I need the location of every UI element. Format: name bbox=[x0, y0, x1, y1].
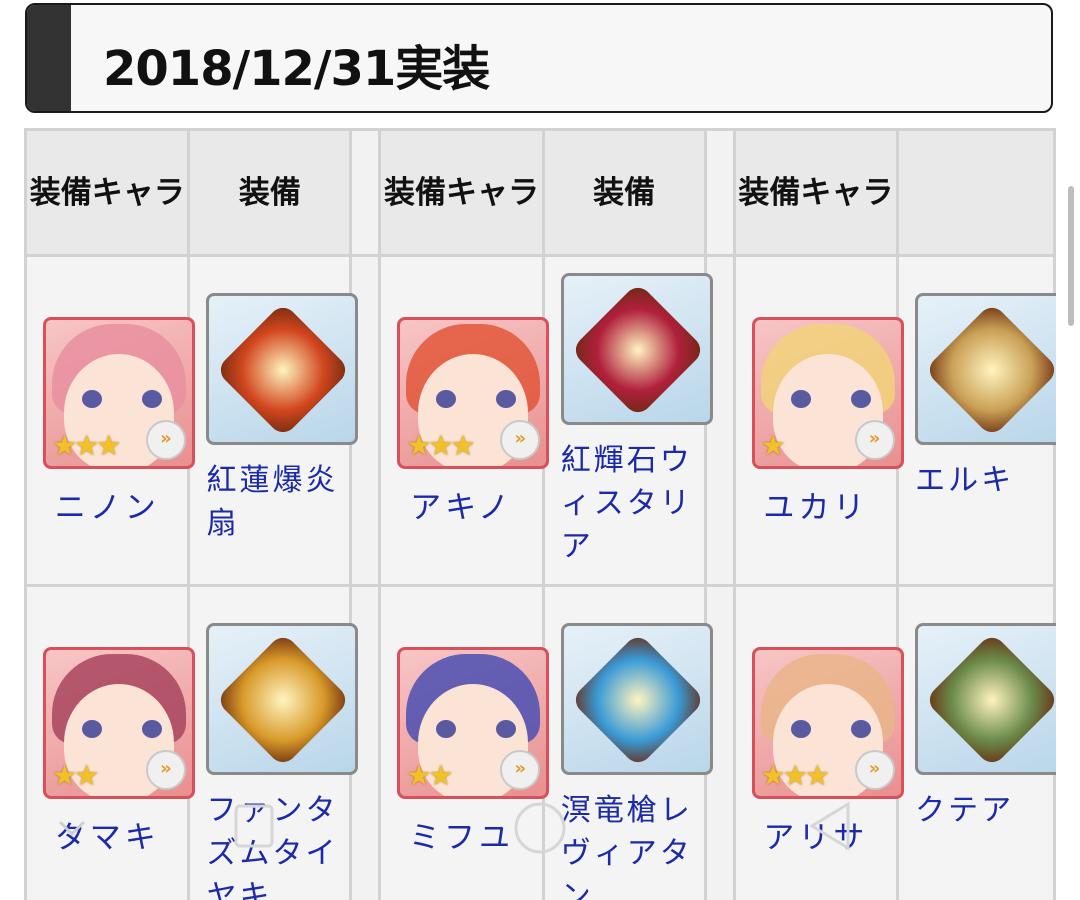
character-cell[interactable]: ★ » ユカリ bbox=[732, 254, 904, 587]
rarity-stars: ★★★ bbox=[406, 429, 475, 462]
equipment-name-link[interactable]: エルキ bbox=[915, 459, 1056, 502]
character-name-link[interactable]: アキノ bbox=[381, 482, 541, 527]
eyes-shape bbox=[82, 390, 162, 408]
equipment-name-link[interactable]: 紅蓮爆炎扇 bbox=[206, 459, 366, 545]
equipment-table-scroll[interactable]: 装備キャラ 装備 装備キャラ 装備 装備キャラ ★★★ » ニノン 紅蓮爆炎扇 … bbox=[24, 128, 1056, 900]
equipment-name-link[interactable]: 溟竜槍レヴィアタン bbox=[561, 789, 721, 900]
equipment-icon[interactable] bbox=[560, 273, 713, 425]
rarity-stars: ★ bbox=[760, 429, 786, 462]
nav-square-icon[interactable] bbox=[232, 802, 276, 852]
equipment-art-shape bbox=[569, 632, 706, 768]
section-title: 2018/12/31実装 bbox=[103, 41, 490, 97]
rank-chevron-icon: » bbox=[854, 420, 895, 460]
equipment-art-shape bbox=[215, 632, 352, 768]
scrollbar-thumb[interactable] bbox=[1068, 186, 1074, 326]
header-equip-character: 装備キャラ bbox=[378, 128, 545, 257]
eyes-shape bbox=[436, 720, 517, 738]
character-portrait-icon[interactable]: ★★★ » bbox=[751, 647, 904, 799]
equipment-cell[interactable]: エルキ bbox=[896, 254, 1056, 587]
equipment-art-shape bbox=[569, 282, 706, 418]
equipment-name-link[interactable]: クテア bbox=[915, 789, 1056, 832]
equipment-icon[interactable] bbox=[915, 623, 1056, 775]
equipment-name-link[interactable]: 紅輝石ウィスタリア bbox=[561, 439, 721, 568]
header-equipment: 装備 bbox=[541, 128, 707, 257]
equipment-art-shape bbox=[924, 302, 1056, 438]
header-equipment-cut bbox=[896, 128, 1056, 257]
header-equip-character: 装備キャラ bbox=[732, 128, 900, 257]
character-portrait-icon[interactable]: ★★ » bbox=[397, 647, 550, 799]
eyes-shape bbox=[790, 720, 871, 738]
rank-chevron-icon: » bbox=[500, 420, 541, 460]
rarity-stars: ★★★ bbox=[52, 429, 121, 462]
equipment-table: 装備キャラ 装備 装備キャラ 装備 装備キャラ ★★★ » ニノン 紅蓮爆炎扇 … bbox=[24, 128, 1056, 900]
eyes-shape bbox=[790, 390, 871, 408]
character-cell[interactable]: ★★★ » アキノ bbox=[378, 254, 550, 587]
header-equip-character: 装備キャラ bbox=[24, 128, 191, 257]
nav-back-triangle-icon[interactable] bbox=[804, 798, 856, 854]
table-row: ★★★ » ニノン 紅蓮爆炎扇 ★★★ » アキノ 紅輝石ウィスタリア ★ » bbox=[24, 254, 1056, 587]
eyes-shape bbox=[82, 720, 162, 738]
equipment-icon[interactable] bbox=[915, 293, 1056, 445]
equipment-cell[interactable]: 紅輝石ウィスタリア bbox=[541, 254, 713, 587]
character-name-link[interactable]: ユカリ bbox=[736, 482, 896, 527]
equipment-cell[interactable]: 紅蓮爆炎扇 bbox=[187, 254, 359, 587]
nav-home-circle-icon[interactable] bbox=[512, 800, 568, 856]
equipment-icon[interactable] bbox=[560, 623, 713, 775]
table-header-row: 装備キャラ 装備 装備キャラ 装備 装備キャラ bbox=[24, 128, 1056, 257]
character-name-link[interactable]: ニノン bbox=[27, 482, 187, 527]
column-separator bbox=[703, 128, 736, 257]
equipment-name-link[interactable]: ファンタズムタイヤキ bbox=[206, 789, 366, 900]
equipment-art-shape bbox=[215, 302, 352, 438]
equipment-icon[interactable] bbox=[206, 623, 359, 775]
character-cell[interactable]: ★★ » タマキ bbox=[24, 584, 195, 900]
rank-chevron-icon: » bbox=[500, 750, 541, 790]
equipment-art-shape bbox=[924, 632, 1056, 768]
equipment-cell[interactable]: ファンタズムタイヤキ bbox=[187, 584, 359, 900]
character-cell[interactable]: ★★★ » ニノン bbox=[24, 254, 195, 587]
rank-chevron-icon: » bbox=[854, 750, 895, 790]
eyes-shape bbox=[436, 390, 517, 408]
character-portrait-icon[interactable]: ★★★ » bbox=[397, 317, 550, 469]
equipment-cell[interactable]: クテア bbox=[896, 584, 1056, 900]
header-equipment: 装備 bbox=[187, 128, 353, 257]
character-portrait-icon[interactable]: ★★ » bbox=[43, 647, 195, 799]
column-separator bbox=[349, 128, 382, 257]
rarity-stars: ★★ bbox=[52, 759, 99, 792]
rarity-stars: ★★★ bbox=[760, 759, 830, 792]
nav-back-chevron-icon[interactable] bbox=[52, 808, 92, 848]
character-portrait-icon[interactable]: ★ » bbox=[751, 317, 904, 469]
rank-chevron-icon: » bbox=[146, 750, 186, 790]
section-title-box: 2018/12/31実装 bbox=[25, 3, 1053, 113]
rank-chevron-icon: » bbox=[146, 420, 186, 460]
character-portrait-icon[interactable]: ★★★ » bbox=[43, 317, 195, 469]
title-accent-bar bbox=[27, 5, 71, 111]
rarity-stars: ★★ bbox=[406, 759, 453, 792]
equipment-icon[interactable] bbox=[206, 293, 359, 445]
